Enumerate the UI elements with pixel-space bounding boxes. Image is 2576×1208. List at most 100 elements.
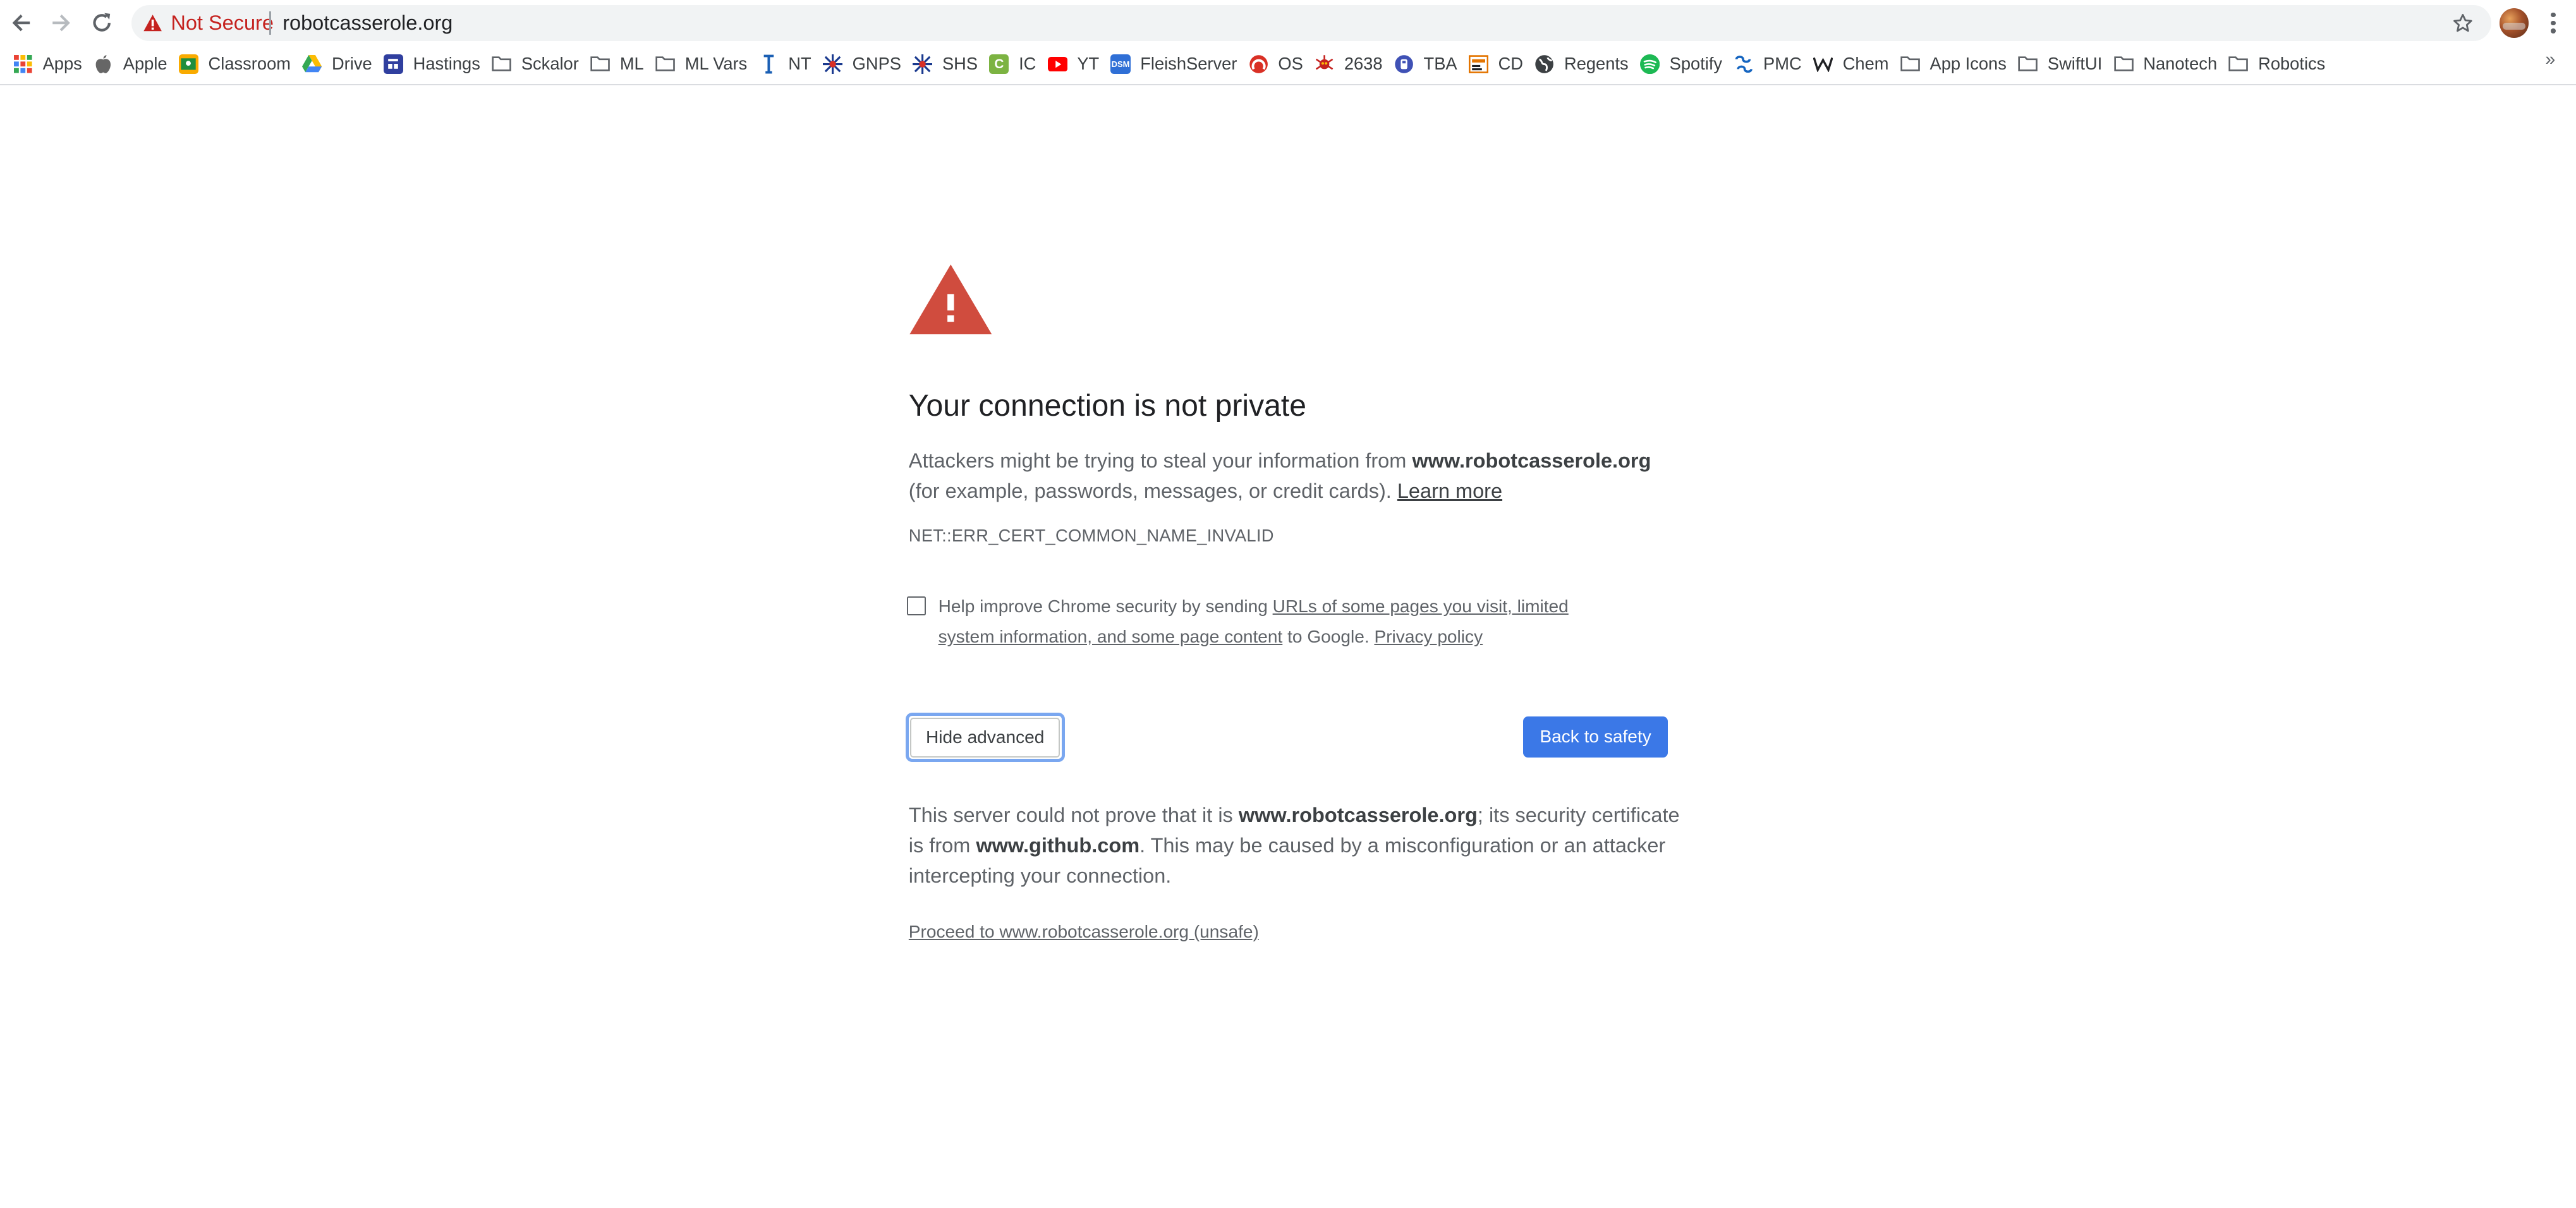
toolbar-divider [0,83,2576,86]
bookmark-folder-nanotech[interactable]: Nanotech [2110,47,2225,80]
bookmark-label: Nanotech [2143,54,2218,74]
classroom-icon [178,54,198,74]
reload-icon [93,13,111,32]
proceed-unsafe-link[interactable]: Proceed to www.robotcasserole.org (unsaf… [909,922,1259,942]
bookmark-hastings[interactable]: Hastings [380,47,489,80]
bookmark-label: GNPS [852,54,901,74]
dsm-icon: DSM [1110,54,1131,74]
folder-icon [2113,54,2134,74]
folder-icon [655,54,675,74]
bookmark-yt[interactable]: YT [1044,47,1107,80]
bookmark-chem[interactable]: Chem [1810,47,1897,80]
folder-icon [2228,54,2249,74]
opt-in-checkbox[interactable] [907,596,927,615]
bookmarks-bar: Apps Apple Classroom Drive Hastings Scka… [0,47,2576,80]
opt-in-text: Help improve Chrome security by sending [938,596,1273,616]
menu-dot [2551,20,2556,26]
chrome-menu-button[interactable] [2544,8,2563,38]
bookmark-label: SHS [942,54,978,74]
folder-icon [1900,54,1920,74]
bookmark-folder-swiftui[interactable]: SwiftUI [2015,47,2110,80]
robot-bug-icon [1315,54,1334,74]
not-secure-label: Not Secure [171,11,274,34]
bookmark-nt[interactable]: NT [755,47,819,80]
bookmark-folder-sckalor[interactable]: Sckalor [489,47,587,80]
bookmark-apps[interactable]: Apps [10,47,90,80]
url-text[interactable]: robotcasserole.org [283,11,453,34]
bookmark-label: Classroom [208,54,291,74]
bookmark-label: App Icons [1929,54,2007,74]
bookmark-shs[interactable]: SHS [909,47,986,80]
menu-dot [2551,12,2556,18]
bookmark-label: CD [1498,54,1524,74]
bookmark-os[interactable]: OS [1245,47,1311,80]
bookmark-label: Sckalor [521,54,579,74]
folder-icon [492,54,511,74]
bookmark-label: OS [1278,54,1303,74]
error-code: NET::ERR_CERT_COMMON_NAME_INVALID [908,526,1274,545]
bookmark-label: YT [1077,54,1100,74]
intro-domain: www.robotcasserole.org [1412,449,1651,472]
ic-icon: C [989,54,1009,74]
youtube-icon [1047,54,1067,74]
bookmark-label: Chem [1842,54,1889,74]
folder-icon [590,54,610,74]
details-message: This server could not prove that it is w… [909,800,1681,891]
forward-button[interactable] [44,6,77,39]
pmc-icon [1734,54,1753,74]
bookmark-label: Regents [1564,54,1629,74]
privacy-policy-link[interactable]: Privacy policy [1374,627,1483,646]
tba-icon [1394,54,1414,74]
bookmark-folder-robotics[interactable]: Robotics [2225,47,2333,80]
back-to-safety-button[interactable]: Back to safety [1523,716,1668,758]
bookmark-folder-ml-vars[interactable]: ML Vars [652,47,756,80]
cd-icon [1468,54,1488,74]
security-indicator[interactable]: Not Secure [143,11,274,34]
bookmark-star-button[interactable] [2448,8,2478,38]
browser-toolbar: Not Secure robotcasserole.org [0,0,2576,46]
hide-advanced-button[interactable]: Hide advanced [905,713,1065,763]
reload-button[interactable] [85,6,118,39]
intro-text-2: (for example, passwords, messages, or cr… [908,479,1397,502]
drive-icon [302,54,322,74]
bookmark-label: Spotify [1669,54,1723,74]
bookmark-ic[interactable]: C IC [986,47,1044,80]
address-bar[interactable] [131,4,2491,41]
arrow-right-icon [52,15,70,32]
bookmark-label: Robotics [2258,54,2326,74]
apps-grid-icon [13,54,33,74]
star-icon [2453,13,2473,32]
bookmark-classroom[interactable]: Classroom [176,47,299,80]
bookmark-tba[interactable]: TBA [1391,47,1466,80]
omnibox-divider [269,11,271,35]
details-domain: www.robotcasserole.org [1238,804,1478,827]
bookmark-folder-app-icons[interactable]: App Icons [1897,47,2015,80]
bookmark-fleishserver[interactable]: DSM FleishServer [1107,47,1245,80]
back-button[interactable] [5,6,38,39]
bookmark-2638[interactable]: 2638 [1311,47,1391,80]
bookmark-drive[interactable]: Drive [299,47,380,80]
bookmark-spotify[interactable]: Spotify [1637,47,1730,80]
bookmark-cd[interactable]: CD [1466,47,1531,80]
bookmarks-overflow-chevron-icon[interactable]: » [2545,49,2555,70]
nt-icon [758,54,778,74]
shs-icon [913,54,933,74]
warning-triangle-icon [909,264,992,335]
bookmark-folder-ml[interactable]: ML [587,47,652,80]
bookmark-apple[interactable]: Apple [90,47,176,80]
profile-avatar[interactable] [2499,8,2529,38]
arrow-left-icon [12,15,30,32]
bookmark-label: Apps [42,54,82,74]
os-icon [1249,54,1268,74]
warning-icon [143,15,162,32]
apple-icon [94,54,113,74]
intro-text: Attackers might be trying to steal your … [908,449,1413,472]
bookmark-label: Hastings [413,54,480,74]
bookmark-gnps[interactable]: GNPS [820,47,909,80]
bookmark-regents[interactable]: Regents [1531,47,1637,80]
bookmark-pmc[interactable]: PMC [1730,47,1810,80]
bookmark-label: SwiftUI [2047,54,2103,74]
bookmark-label: Apple [123,54,167,74]
bookmark-label: PMC [1763,54,1802,74]
learn-more-link[interactable]: Learn more [1397,480,1502,502]
